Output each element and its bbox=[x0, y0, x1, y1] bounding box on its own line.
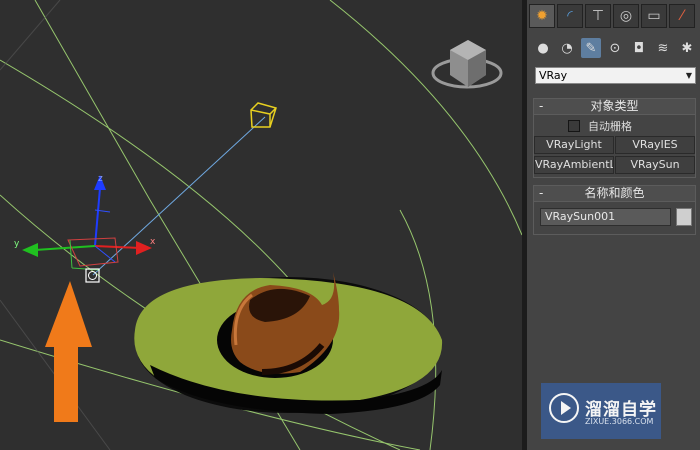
display-tab[interactable]: ▭ bbox=[641, 4, 667, 28]
object-type-header[interactable]: - 对象类型 bbox=[534, 99, 695, 115]
chevron-down-icon: ▼ bbox=[685, 71, 692, 80]
gizmo-y-label: y bbox=[14, 239, 20, 249]
helpers-icon[interactable]: ◘ bbox=[629, 38, 649, 58]
play-icon bbox=[549, 393, 579, 423]
category-dropdown[interactable]: VRay ▼ bbox=[535, 67, 696, 84]
name-color-title: 名称和颜色 bbox=[584, 186, 645, 200]
shapes-icon[interactable]: ◔ bbox=[557, 38, 577, 58]
orange-arrow-annotation bbox=[45, 281, 92, 422]
hierarchy-tab[interactable]: ⊤ bbox=[585, 4, 611, 28]
display-icon: ▭ bbox=[647, 8, 661, 24]
modify-tab[interactable]: ◜ bbox=[557, 4, 583, 28]
collapse-icon: - bbox=[539, 99, 544, 113]
utilities-tab[interactable]: ⁄ bbox=[669, 4, 695, 28]
create-tab[interactable]: ✹ bbox=[529, 4, 555, 28]
name-color-header[interactable]: - 名称和颜色 bbox=[534, 186, 695, 202]
command-panel-tabs: ✹ ◜ ⊤ ◎ ▭ ⁄ bbox=[527, 4, 700, 30]
vrayambientlight-button[interactable]: VRayAmbientLight bbox=[534, 156, 614, 174]
motion-icon: ◎ bbox=[619, 8, 633, 24]
perspective-viewport[interactable]: z x y bbox=[0, 0, 522, 450]
create-sun-icon: ✹ bbox=[536, 8, 548, 24]
category-dropdown-value: VRay bbox=[539, 69, 568, 82]
motion-tab[interactable]: ◎ bbox=[613, 4, 639, 28]
viewcube[interactable] bbox=[431, 40, 503, 89]
hierarchy-icon: ⊤ bbox=[591, 8, 605, 24]
sun-target-line bbox=[92, 116, 266, 276]
cameras-icon[interactable]: ⊙ bbox=[605, 38, 625, 58]
gizmo-z-label: z bbox=[98, 174, 103, 184]
object-type-title: 对象类型 bbox=[590, 99, 639, 113]
vrayies-button[interactable]: VRayIES bbox=[615, 136, 695, 154]
autogrid-label: 自动栅格 bbox=[588, 120, 632, 133]
name-color-rollout: - 名称和颜色 VRaySun001 bbox=[533, 185, 696, 235]
viewport-scene: z x y bbox=[0, 0, 522, 450]
autogrid-row[interactable]: 自动栅格 bbox=[568, 119, 632, 133]
autogrid-checkbox[interactable] bbox=[568, 120, 580, 132]
object-color-swatch[interactable] bbox=[676, 208, 692, 226]
object-type-rollout: - 对象类型 自动栅格 VRayLight VRayIES VRayAmbien… bbox=[533, 98, 696, 178]
vraysun-button[interactable]: VRaySun bbox=[615, 156, 695, 174]
object-category-icons: ● ◔ ✎ ⊙ ◘ ≋ ✱ bbox=[533, 38, 698, 60]
geometry-icon[interactable]: ● bbox=[533, 38, 553, 58]
collapse-icon: - bbox=[539, 186, 544, 200]
modify-icon: ◜ bbox=[567, 8, 573, 24]
transform-gizmo[interactable]: z x y bbox=[14, 174, 156, 271]
object-name-field[interactable]: VRaySun001 bbox=[540, 208, 671, 226]
watermark-url: ZIXUE.3066.COM bbox=[585, 417, 654, 426]
vraylight-button[interactable]: VRayLight bbox=[534, 136, 614, 154]
utilities-icon: ⁄ bbox=[680, 8, 684, 24]
systems-icon[interactable]: ✱ bbox=[677, 38, 697, 58]
gizmo-x-label: x bbox=[150, 237, 156, 247]
vraysun-object[interactable] bbox=[250, 102, 277, 128]
lights-icon[interactable]: ✎ bbox=[581, 38, 601, 58]
watermark: 溜溜自学 ZIXUE.3066.COM bbox=[541, 383, 661, 439]
spacewarps-icon[interactable]: ≋ bbox=[653, 38, 673, 58]
